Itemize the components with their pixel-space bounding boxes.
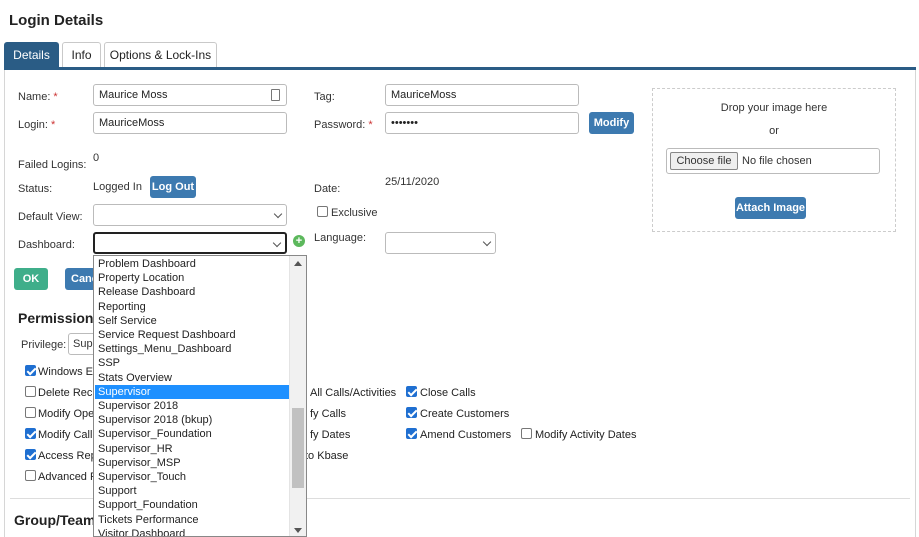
name-field[interactable]: Maurice Moss xyxy=(93,84,287,106)
chevron-down-icon xyxy=(273,209,283,219)
dropdown-option[interactable]: Supervisor 2018 xyxy=(95,399,290,413)
dashboard-select[interactable] xyxy=(93,232,287,254)
log-out-button[interactable]: Log Out xyxy=(150,176,196,198)
dropdown-option[interactable]: Release Dashboard xyxy=(95,285,290,299)
language-select[interactable] xyxy=(385,232,496,254)
tag-field[interactable]: MauriceMoss xyxy=(385,84,579,106)
name-label: Name: * xyxy=(18,91,58,103)
language-label: Language: xyxy=(314,232,366,244)
date-label: Date: xyxy=(314,183,341,195)
chevron-down-icon xyxy=(272,238,282,248)
access-rep-checkbox[interactable] xyxy=(25,449,36,460)
modify-call-checkbox[interactable] xyxy=(25,428,36,439)
page-title: Login Details xyxy=(9,12,104,29)
scroll-down-icon[interactable] xyxy=(294,528,302,533)
privilege-label: Privilege: xyxy=(21,339,67,351)
status-value: Logged In xyxy=(93,181,142,193)
perm-label: Advanced F xyxy=(38,471,97,483)
advanced-checkbox[interactable] xyxy=(25,470,36,481)
amend-customers-checkbox[interactable] xyxy=(406,428,417,439)
tag-label: Tag: xyxy=(314,91,335,103)
chevron-down-icon xyxy=(482,237,492,247)
choose-file-button[interactable]: Choose file xyxy=(670,152,738,170)
default-view-select[interactable] xyxy=(93,204,287,226)
perm-label: Modify Ope xyxy=(38,408,95,420)
dropdown-option[interactable]: Supervisor xyxy=(95,384,290,399)
scroll-thumb[interactable] xyxy=(292,408,304,488)
dropdown-option[interactable]: Property Location xyxy=(95,271,290,285)
dashboard-dropdown-list[interactable]: Problem Dashboard Property Location Releas… xyxy=(93,255,307,537)
modify-button[interactable]: Modify xyxy=(589,112,634,134)
dropdown-scrollbar[interactable] xyxy=(289,256,306,536)
perm-label: Delete Rec xyxy=(38,387,93,399)
or-text: or xyxy=(769,125,779,137)
dropdown-option[interactable]: Stats Overview xyxy=(95,371,290,385)
status-label: Status: xyxy=(18,183,53,195)
dropdown-option[interactable]: Support_Foundation xyxy=(95,498,290,512)
dropdown-option[interactable]: Tickets Performance xyxy=(95,513,290,527)
dropdown-option[interactable]: Settings_Menu_Dashboard xyxy=(95,342,290,356)
exclusive-label: Exclusive xyxy=(331,207,378,219)
attach-image-button[interactable]: Attach Image xyxy=(735,197,806,219)
dropdown-option[interactable]: Supervisor_Foundation xyxy=(95,427,290,441)
ok-button[interactable]: OK xyxy=(14,268,48,290)
permissions-title: Permissions xyxy=(18,310,102,326)
perm-label: Modify Call xyxy=(38,429,93,441)
group-team-title: Group/Team xyxy=(14,512,96,528)
no-file-text: No file chosen xyxy=(742,155,812,167)
dropdown-option[interactable]: Service Request Dashboard xyxy=(95,328,290,342)
dropdown-option[interactable]: Visitor Dashboard xyxy=(95,527,290,536)
perm-label: All Calls/Activities xyxy=(310,387,397,399)
dropdown-option[interactable]: Problem Dashboard xyxy=(95,257,290,271)
failed-logins-value: 0 xyxy=(93,152,100,164)
contact-card-icon xyxy=(271,89,280,101)
dropdown-option[interactable]: Self Service xyxy=(95,314,290,328)
dropdown-option[interactable]: SSP xyxy=(95,356,290,370)
perm-label: Windows E xyxy=(38,366,94,378)
perm-label: Amend Customers xyxy=(420,429,512,441)
create-customers-checkbox[interactable] xyxy=(406,407,417,418)
perm-label: fy Dates xyxy=(310,429,351,441)
tab-options-lock-ins[interactable]: Options & Lock-Ins xyxy=(104,42,217,68)
perm-label: Create Customers xyxy=(420,408,510,420)
dropdown-option[interactable]: Support xyxy=(95,484,290,498)
add-dashboard-icon[interactable]: + xyxy=(293,235,305,247)
windows-checkbox[interactable] xyxy=(25,365,36,376)
dropdown-option[interactable]: Supervisor_Touch xyxy=(95,470,290,484)
tab-details[interactable]: Details xyxy=(4,42,59,68)
date-value: 25/11/2020 xyxy=(385,176,440,188)
tab-info[interactable]: Info xyxy=(62,42,101,68)
login-field[interactable]: MauriceMoss xyxy=(93,112,287,134)
default-view-label: Default View: xyxy=(18,211,83,223)
failed-logins-label: Failed Logins: xyxy=(18,159,87,171)
exclusive-checkbox[interactable] xyxy=(317,206,328,217)
password-label: Password: * xyxy=(314,119,373,131)
dropdown-option[interactable]: Supervisor_MSP xyxy=(95,456,290,470)
close-calls-checkbox[interactable] xyxy=(406,386,417,397)
modify-ope-checkbox[interactable] xyxy=(25,407,36,418)
perm-label: Modify Activity Dates xyxy=(535,429,637,441)
perm-label: Close Calls xyxy=(420,387,476,399)
drop-image-text: Drop your image here xyxy=(720,102,828,114)
perm-label: Access Rep xyxy=(38,450,97,462)
password-field[interactable]: ••••••• xyxy=(385,112,579,134)
login-label: Login: * xyxy=(18,119,56,131)
dropdown-option[interactable]: Supervisor_HR xyxy=(95,442,290,456)
scroll-up-icon[interactable] xyxy=(294,261,302,266)
modify-activity-dates-checkbox[interactable] xyxy=(521,428,532,439)
perm-label: fy Calls xyxy=(310,408,347,420)
perm-label: to Kbase xyxy=(305,450,349,462)
delete-checkbox[interactable] xyxy=(25,386,36,397)
dropdown-option[interactable]: Reporting xyxy=(95,300,290,314)
dashboard-label: Dashboard: xyxy=(18,239,75,251)
dropdown-option[interactable]: Supervisor 2018 (bkup) xyxy=(95,413,290,427)
